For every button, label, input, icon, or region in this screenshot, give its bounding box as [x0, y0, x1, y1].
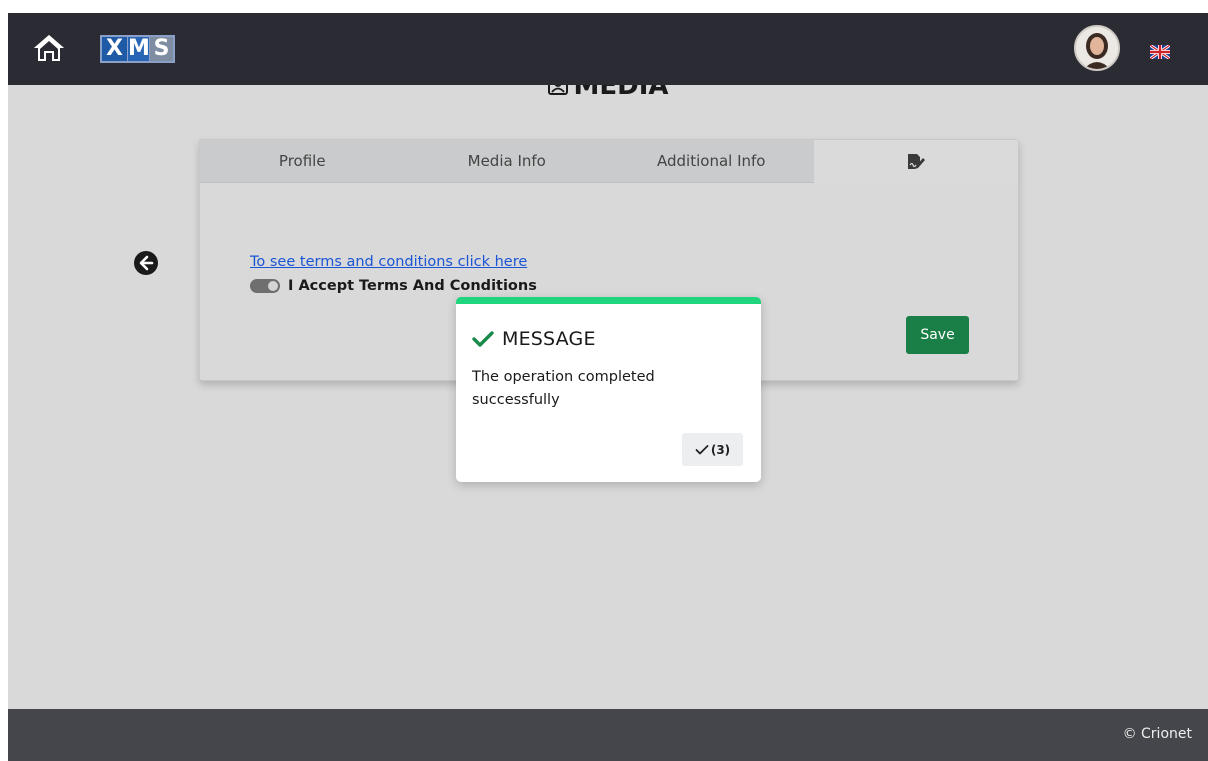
success-message-dialog: MESSAGE The operation completed successf…: [456, 297, 761, 482]
save-button[interactable]: Save: [906, 316, 969, 354]
dialog-ok-countdown: (3): [710, 442, 731, 457]
avatar[interactable]: [1074, 25, 1120, 71]
tab-bar: Profile Media Info Additional Info: [200, 140, 1018, 183]
logo-letter-x: X: [102, 37, 127, 61]
back-button[interactable]: [133, 250, 159, 276]
dialog-title: MESSAGE: [502, 328, 596, 350]
dialog-message: The operation completed successfully: [472, 369, 655, 408]
accept-terms-row: I Accept Terms And Conditions: [250, 278, 537, 294]
logo-letter-m: M: [127, 36, 150, 61]
tab-terms[interactable]: [813, 140, 1018, 183]
dialog-ok-button[interactable]: (3): [682, 433, 743, 466]
user-photo-icon: [1076, 27, 1118, 69]
footer: © Crionet: [8, 709, 1208, 761]
copyright-text: © Crionet: [1122, 726, 1192, 742]
terms-link[interactable]: To see terms and conditions click here: [250, 254, 527, 270]
top-bar: X M S: [8, 13, 1208, 85]
accept-terms-toggle[interactable]: [250, 279, 280, 293]
uk-flag-icon: [1149, 43, 1171, 61]
tab-media-info[interactable]: Media Info: [405, 140, 610, 183]
home-icon: [34, 35, 64, 61]
tab-profile[interactable]: Profile: [200, 140, 405, 183]
home-button[interactable]: [32, 33, 66, 63]
tab-additional-info[interactable]: Additional Info: [609, 140, 814, 183]
accept-terms-label: I Accept Terms And Conditions: [288, 278, 537, 294]
language-selector[interactable]: [1149, 43, 1171, 61]
check-icon: [472, 331, 494, 347]
check-small-icon: [695, 444, 709, 454]
logo-letter-s: S: [150, 37, 173, 61]
signature-icon: [907, 153, 925, 169]
dialog-header: MESSAGE: [472, 328, 596, 350]
toggle-knob: [268, 281, 278, 291]
xms-logo[interactable]: X M S: [100, 35, 175, 63]
arrow-left-circle-icon: [134, 251, 158, 275]
app-frame: X M S MEDIA Profile Media Info Additiona…: [8, 13, 1208, 761]
